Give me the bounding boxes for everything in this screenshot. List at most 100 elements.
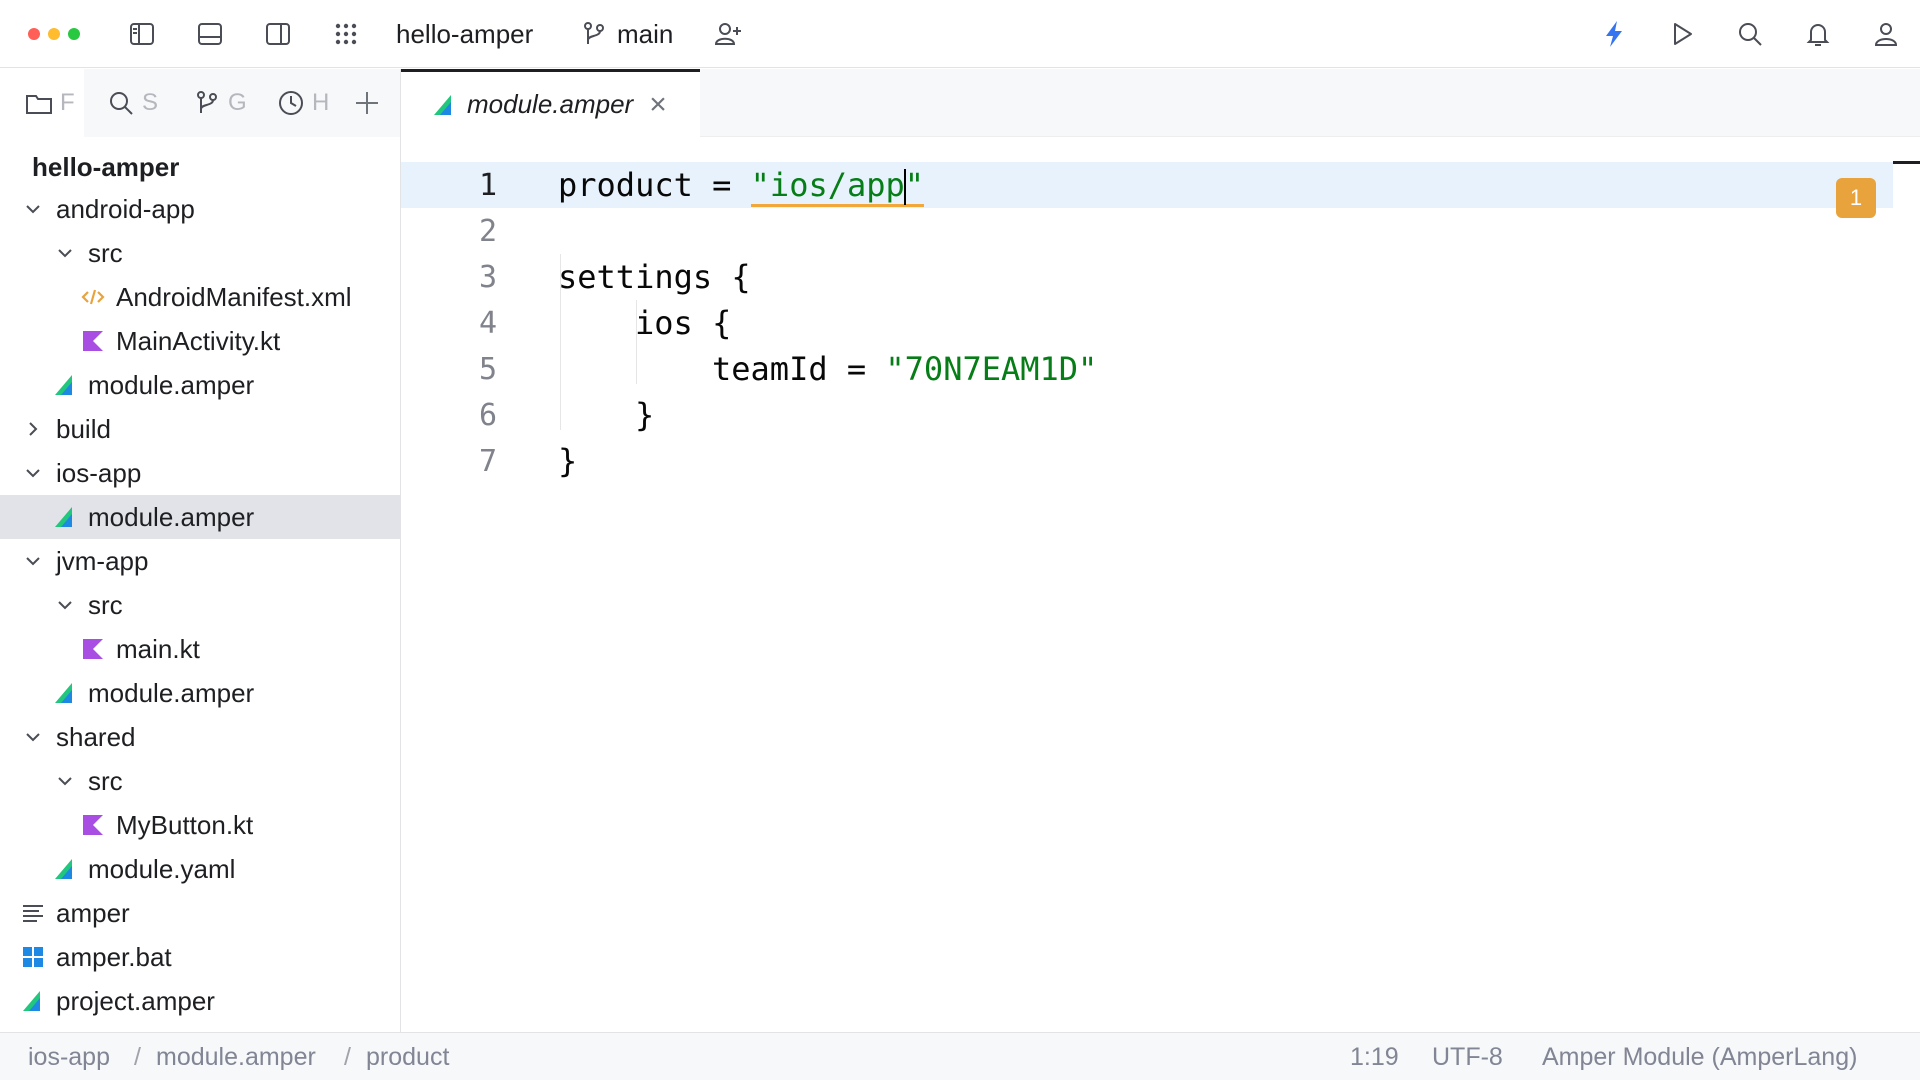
project-tree: hello-amper android-app src AndroidManifes… [0, 137, 400, 1032]
tree-item[interactable]: MyButton.kt [0, 803, 400, 847]
code-text: } [635, 396, 655, 434]
tree-item[interactable]: module.amper [0, 671, 400, 715]
close-window-button[interactable] [28, 28, 40, 40]
amper-icon [52, 680, 78, 706]
chevron-down-icon[interactable] [20, 460, 46, 486]
tree-item[interactable]: MainActivity.kt [0, 319, 400, 363]
line-number: 5 [478, 351, 497, 387]
caret-position[interactable]: 1:19 [1350, 1043, 1399, 1072]
run-icon[interactable] [1664, 16, 1700, 52]
tree-item-label: android-app [56, 193, 195, 224]
amper-icon [20, 988, 46, 1014]
code-text: ios { [635, 304, 732, 342]
breadcrumb-ios-app[interactable]: ios-app [28, 1043, 110, 1072]
sidebar-tabs: F S G H [0, 69, 400, 137]
close-tab-icon[interactable]: × [649, 88, 667, 122]
title-bar: hello-amper main [0, 0, 1920, 68]
tab-search[interactable]: S [106, 69, 164, 137]
code-string-warning: "ios/app" [750, 165, 925, 207]
tree-item[interactable]: module.yaml [0, 847, 400, 891]
tree-item-label: amper.bat [56, 941, 172, 972]
tree-item[interactable]: main.kt [0, 627, 400, 671]
chevron-down-icon[interactable] [20, 196, 46, 222]
chevron-down-icon[interactable] [52, 240, 78, 266]
tree-item-label: module.yaml [88, 853, 236, 884]
add-user-icon[interactable] [710, 16, 746, 52]
tree-item-label: AndroidManifest.xml [116, 281, 352, 312]
tree-item-label: src [88, 237, 123, 268]
breadcrumb-separator: / [134, 1043, 141, 1071]
power-save-bolt-icon[interactable] [1596, 16, 1632, 52]
plus-icon [356, 92, 378, 114]
chevron-down-icon[interactable] [52, 768, 78, 794]
tree-item[interactable]: project.amper [0, 979, 400, 1023]
code-string: "70N7EAM1D" [885, 350, 1098, 388]
tab-module-amper[interactable]: module.amper × [401, 69, 700, 137]
tree-item[interactable]: src [0, 583, 400, 627]
tab-search-label: S [142, 89, 159, 116]
left-panel-toggle-icon[interactable] [124, 16, 160, 52]
account-icon[interactable] [1868, 16, 1904, 52]
tree-item[interactable]: amper [0, 891, 400, 935]
tree-item[interactable]: module.amper [0, 363, 400, 407]
code-line-6: 6 } [401, 392, 1920, 438]
line-number: 2 [478, 213, 497, 249]
tab-files[interactable]: F [0, 69, 84, 137]
tree-item-label: project.amper [56, 985, 215, 1016]
editor-tab-label: module.amper [467, 89, 634, 119]
tree-item-label: amper [56, 897, 130, 928]
scrollbar-marker[interactable] [1893, 161, 1920, 164]
xml-icon [80, 284, 106, 310]
text-file-icon [20, 900, 46, 926]
tab-git[interactable]: G [192, 69, 248, 137]
notifications-bell-icon[interactable] [1800, 16, 1836, 52]
tree-item[interactable]: ios-app [0, 451, 400, 495]
tree-item[interactable]: amper.bat [0, 935, 400, 979]
line-number: 1 [478, 167, 497, 203]
line-number: 6 [478, 397, 497, 433]
tree-item[interactable]: src [0, 231, 400, 275]
branch-icon[interactable] [576, 16, 612, 52]
chevron-down-icon[interactable] [20, 724, 46, 750]
tree-item[interactable]: AndroidManifest.xml [0, 275, 400, 319]
problems-badge[interactable]: 1 [1836, 178, 1876, 218]
tree-item-label: module.amper [88, 677, 255, 708]
search-everywhere-icon[interactable] [1732, 16, 1768, 52]
chevron-right-icon[interactable] [20, 416, 46, 442]
tab-history-label: H [312, 89, 330, 116]
breadcrumb-product[interactable]: product [366, 1043, 449, 1072]
zoom-window-button[interactable] [68, 28, 80, 40]
tree-item[interactable]: jvm-app [0, 539, 400, 583]
tree-root[interactable]: hello-amper [32, 151, 179, 183]
right-panel-toggle-icon[interactable] [260, 16, 296, 52]
kotlin-icon [80, 636, 106, 662]
tree-item[interactable]: build [0, 407, 400, 451]
tree-item[interactable]: module.amper [0, 495, 400, 539]
tab-history[interactable]: H [276, 69, 332, 137]
branch-name[interactable]: main [617, 18, 673, 50]
tree-item[interactable]: shared [0, 715, 400, 759]
tree-item[interactable]: src [0, 759, 400, 803]
chevron-down-icon[interactable] [20, 548, 46, 574]
chevron-down-icon[interactable] [52, 592, 78, 618]
windows-icon [20, 944, 46, 970]
tree-item[interactable]: android-app [0, 187, 400, 231]
project-name[interactable]: hello-amper [396, 18, 533, 50]
breadcrumb-module-amper[interactable]: module.amper [156, 1043, 316, 1072]
minimize-window-button[interactable] [48, 28, 60, 40]
code-key: product = [558, 165, 751, 204]
apps-grid-icon[interactable] [328, 16, 364, 52]
tab-git-label: G [228, 89, 247, 116]
tree-item-label: MainActivity.kt [116, 325, 281, 356]
amper-icon [52, 504, 78, 530]
tree-item-label: src [88, 765, 123, 796]
add-tab-button[interactable] [352, 69, 392, 137]
code-editor[interactable]: 1 product = "ios/app" 2 3 settings { 4 i… [401, 138, 1920, 1032]
tree-item-label: MyButton.kt [116, 809, 254, 840]
file-encoding[interactable]: UTF-8 [1432, 1043, 1503, 1072]
bottom-panel-toggle-icon[interactable] [192, 16, 228, 52]
editor-tab-bar: module.amper × [401, 69, 1920, 137]
code-line-5: 5 teamId = "70N7EAM1D" [401, 346, 1920, 392]
file-type[interactable]: Amper Module (AmperLang) [1542, 1043, 1857, 1072]
code-line-3: 3 settings { [401, 254, 1920, 300]
